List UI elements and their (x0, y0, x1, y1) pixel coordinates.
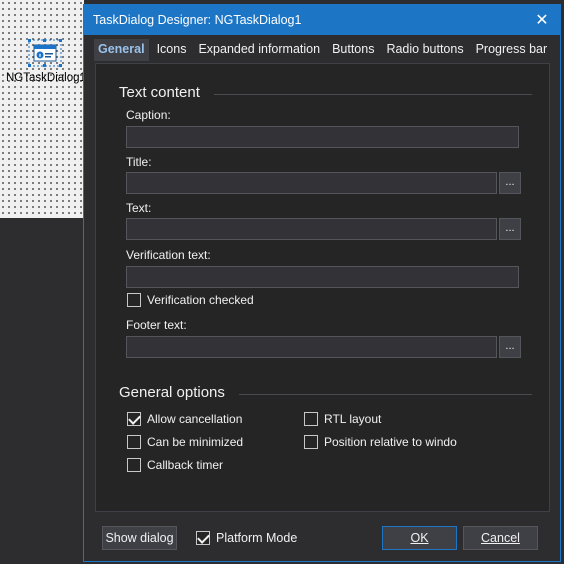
footer-text-input[interactable] (126, 336, 497, 358)
checkbox-box (127, 293, 141, 307)
caption-label: Caption: (126, 108, 171, 122)
general-options-header: General options (119, 384, 225, 401)
title-bar[interactable]: TaskDialog Designer: NGTaskDialog1 ✕ (84, 5, 560, 35)
tab-strip: General Icons Expanded information Buttons R… (94, 39, 554, 61)
checkbox-box (127, 458, 141, 472)
ok-button[interactable]: OK (382, 526, 457, 550)
rtl-layout-checkbox[interactable]: RTL layout (304, 412, 381, 426)
close-icon[interactable]: ✕ (524, 5, 560, 35)
footer-text-label: Footer text: (126, 318, 187, 332)
footer-browse-button[interactable]: ... (499, 336, 521, 358)
rtl-layout-label: RTL layout (324, 412, 382, 426)
checkbox-box (196, 531, 210, 545)
position-relative-label: Position relative to windo (324, 435, 457, 449)
checkbox-box (127, 412, 141, 426)
cancel-label: Cancel (481, 531, 520, 545)
tab-buttons[interactable]: Buttons (328, 39, 378, 61)
designer-background (0, 218, 84, 564)
checkbox-box (304, 435, 318, 449)
callback-timer-checkbox[interactable]: Callback timer (127, 458, 223, 472)
allow-cancellation-checkbox[interactable]: Allow cancellation (127, 412, 242, 426)
group-divider (214, 94, 532, 95)
taskdialog-designer-window: TaskDialog Designer: NGTaskDialog1 ✕ Gen… (83, 4, 561, 562)
tab-radio-buttons[interactable]: Radio buttons (382, 39, 467, 61)
window-title: TaskDialog Designer: NGTaskDialog1 (93, 13, 302, 27)
component-ngtaskdialog[interactable]: NGTaskDialog1 (6, 37, 86, 87)
text-label: Text: (126, 201, 152, 215)
callback-timer-label: Callback timer (147, 458, 224, 472)
position-relative-checkbox[interactable]: Position relative to windo (304, 435, 457, 449)
tab-icons[interactable]: Icons (153, 39, 191, 61)
verification-checked-label: Verification checked (147, 293, 254, 307)
text-content-header: Text content (119, 84, 200, 101)
platform-mode-label: Platform Mode (216, 531, 298, 545)
verification-text-input[interactable] (126, 266, 519, 288)
tab-progress-bar[interactable]: Progress bar (472, 39, 552, 61)
can-be-minimized-checkbox[interactable]: Can be minimized (127, 435, 243, 449)
can-be-minimized-label: Can be minimized (147, 435, 244, 449)
group-divider (239, 394, 532, 395)
platform-mode-checkbox[interactable]: Platform Mode (196, 531, 297, 545)
title-browse-button[interactable]: ... (499, 172, 521, 194)
taskdialog-component-icon (28, 39, 62, 67)
tab-expanded-information[interactable]: Expanded information (194, 39, 324, 61)
tab-general[interactable]: General (94, 39, 149, 61)
text-browse-button[interactable]: ... (499, 218, 521, 240)
general-tab-panel: Text content Caption: Title: ... Text: .… (95, 63, 550, 512)
verification-text-label: Verification text: (126, 248, 211, 262)
text-input[interactable] (126, 218, 497, 240)
checkbox-box (304, 412, 318, 426)
designer-surface[interactable]: NGTaskDialog1 (0, 0, 86, 218)
show-dialog-button[interactable]: Show dialog (102, 526, 177, 550)
title-input[interactable] (126, 172, 497, 194)
caption-input[interactable] (126, 126, 519, 148)
allow-cancellation-label: Allow cancellation (147, 412, 243, 426)
verification-checked-checkbox[interactable]: Verification checked (127, 293, 254, 307)
cancel-button[interactable]: Cancel (463, 526, 538, 550)
ok-label: OK (410, 531, 429, 545)
checkbox-box (127, 435, 141, 449)
title-label: Title: (126, 155, 152, 169)
